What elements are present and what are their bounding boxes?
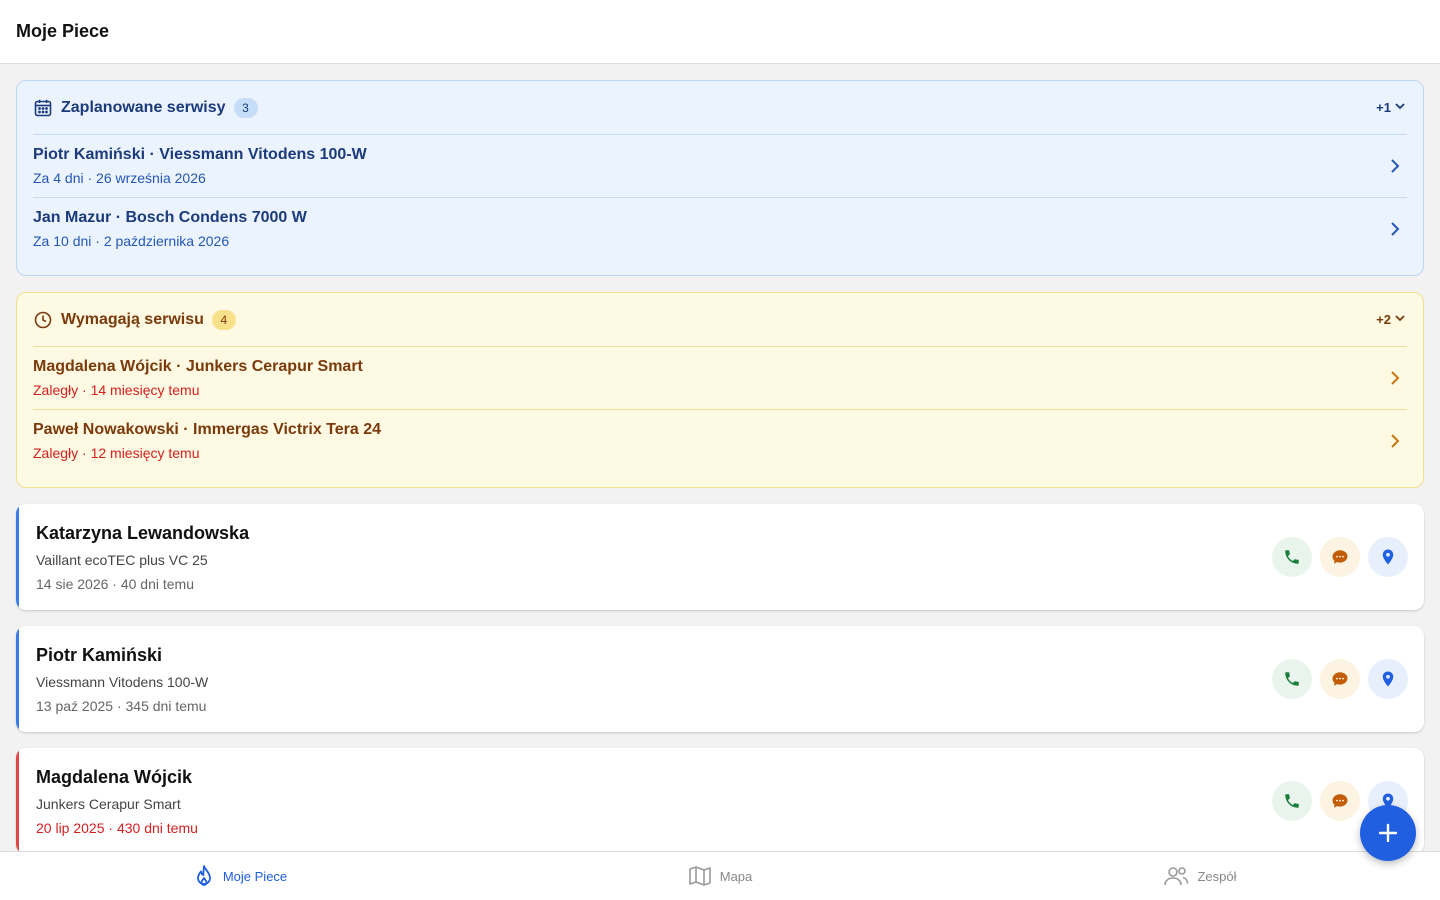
scheduled-services-title: Zaplanowane serwisy — [61, 98, 226, 116]
navigate-button[interactable] — [1368, 537, 1408, 577]
client-name: Piotr Kamiński — [36, 645, 163, 665]
boiler-card[interactable]: Piotr Kamiński Viessmann Vitodens 100-W … — [16, 626, 1424, 732]
needs-service-count-badge: 4 — [211, 309, 236, 330]
nav-item-label: Moje Piece — [222, 868, 288, 884]
message-button[interactable] — [1320, 781, 1360, 821]
nav-item-label: Mapa — [719, 868, 753, 884]
bottom-navigation: Moje Piece Mapa Zespół — [0, 851, 1440, 900]
needs-service-item-title: Magdalena Wójcik · Junkers Cerapur Smart — [33, 358, 363, 375]
phone-icon — [1285, 550, 1299, 564]
scheduled-more-count: +1 — [1376, 100, 1391, 115]
nav-item-mapa[interactable]: Mapa — [480, 852, 960, 900]
scheduled-services-panel: Zaplanowane serwisy 3 +1 Piotr Kamiński … — [16, 80, 1424, 276]
calendar-icon — [33, 98, 53, 118]
last-service-date: 14 sie 2026 · 40 dni temu — [36, 576, 194, 592]
chat-icon — [1332, 794, 1348, 808]
chevron-right-icon — [1391, 222, 1400, 236]
needs-service-more-count: +2 — [1376, 312, 1391, 327]
call-button[interactable] — [1272, 781, 1312, 821]
boiler-card[interactable]: Katarzyna Lewandowska Vaillant ecoTEC pl… — [16, 504, 1424, 610]
navigate-button[interactable] — [1368, 659, 1408, 699]
needs-service-header: Wymagają serwisu 4 +2 — [33, 293, 1407, 346]
needs-service-row[interactable]: Magdalena Wójcik · Junkers Cerapur Smart… — [33, 346, 1407, 409]
users-icon — [1164, 867, 1189, 886]
scheduled-service-title: Jan Mazur · Bosch Condens 7000 W — [33, 209, 307, 226]
flame-icon — [196, 865, 211, 886]
needs-service-title: Wymagają serwisu — [61, 310, 204, 328]
nav-item-zespol[interactable]: Zespół — [960, 852, 1440, 900]
scheduled-count-badge: 3 — [233, 97, 258, 118]
scheduled-service-title: Piotr Kamiński · Viessmann Vitodens 100-… — [33, 146, 367, 163]
needs-service-item-title: Paweł Nowakowski · Immergas Victrix Tera… — [33, 421, 382, 438]
main-content: Zaplanowane serwisy 3 +1 Piotr Kamiński … — [16, 80, 1424, 854]
nav-item-label: Zespół — [1197, 868, 1237, 884]
boiler-card[interactable]: Magdalena Wójcik Junkers Cerapur Smart 2… — [16, 748, 1424, 854]
client-name: Katarzyna Lewandowska — [36, 523, 250, 543]
map-pin-icon — [1382, 671, 1394, 687]
chat-icon — [1332, 550, 1348, 564]
message-button[interactable] — [1320, 659, 1360, 699]
chevron-right-icon — [1391, 371, 1400, 385]
client-name: Magdalena Wójcik — [36, 767, 193, 787]
boiler-model: Vaillant ecoTEC plus VC 25 — [36, 552, 208, 568]
map-icon — [688, 866, 711, 886]
boiler-model: Junkers Cerapur Smart — [36, 796, 181, 812]
page-title: Moje Piece — [16, 21, 110, 41]
call-button[interactable] — [1272, 659, 1312, 699]
phone-icon — [1285, 672, 1299, 686]
card-actions — [1272, 659, 1408, 699]
phone-icon — [1285, 794, 1299, 808]
chevron-right-icon — [1391, 159, 1400, 173]
clock-icon — [33, 310, 53, 330]
chevron-down-icon — [1393, 99, 1407, 116]
scheduled-service-date: Za 4 dni · 26 września 2026 — [33, 170, 206, 186]
needs-service-item-status: Zaległy · 14 miesięcy temu — [33, 382, 200, 398]
scheduled-service-row[interactable]: Jan Mazur · Bosch Condens 7000 W Za 10 d… — [33, 197, 1407, 260]
needs-service-show-more-button[interactable]: +2 — [1376, 293, 1407, 346]
needs-service-item-status: Zaległy · 12 miesięcy temu — [33, 445, 200, 461]
card-actions — [1272, 537, 1408, 577]
plus-icon — [1378, 823, 1398, 843]
boiler-model: Viessmann Vitodens 100-W — [36, 674, 209, 690]
scheduled-service-row[interactable]: Piotr Kamiński · Viessmann Vitodens 100-… — [33, 134, 1407, 197]
last-service-date: 13 paź 2025 · 345 dni temu — [36, 698, 207, 714]
call-button[interactable] — [1272, 537, 1312, 577]
message-button[interactable] — [1320, 537, 1360, 577]
scheduled-service-date: Za 10 dni · 2 października 2026 — [33, 233, 230, 249]
scheduled-show-more-button[interactable]: +1 — [1376, 81, 1407, 134]
nav-item-moje-piece[interactable]: Moje Piece — [0, 852, 480, 900]
needs-service-row[interactable]: Paweł Nowakowski · Immergas Victrix Tera… — [33, 409, 1407, 472]
chevron-right-icon — [1391, 434, 1400, 448]
add-boiler-button[interactable] — [1360, 805, 1416, 861]
top-bar: Moje Piece — [0, 0, 1440, 64]
scheduled-services-header: Zaplanowane serwisy 3 +1 — [33, 81, 1407, 134]
last-service-date: 20 lip 2025 · 430 dni temu — [36, 820, 198, 836]
needs-service-panel: Wymagają serwisu 4 +2 Magdalena Wójcik ·… — [16, 292, 1424, 488]
chat-icon — [1332, 672, 1348, 686]
chevron-down-icon — [1393, 311, 1407, 328]
map-pin-icon — [1382, 549, 1394, 565]
